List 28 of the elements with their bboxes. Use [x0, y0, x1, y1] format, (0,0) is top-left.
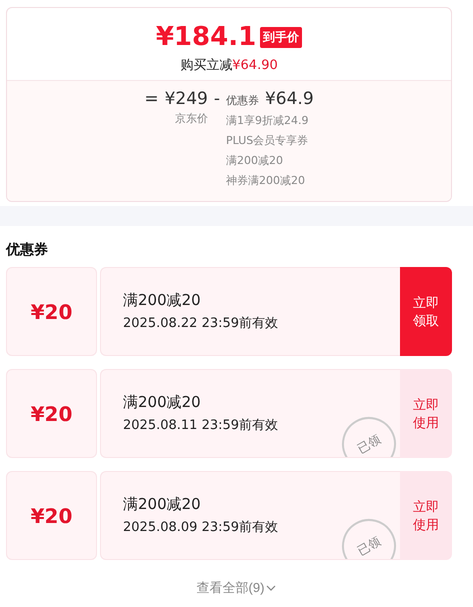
coupon-action-button[interactable]: 立即使用: [400, 471, 452, 560]
coupon-action-button[interactable]: 立即使用: [400, 369, 452, 458]
final-price: ¥184.1: [156, 21, 256, 54]
saving-text: 购买立减¥64.90: [180, 57, 278, 74]
discount-amount: ¥64.9: [264, 89, 314, 109]
coupon-validity: 2025.08.22 23:59前有效: [123, 315, 280, 332]
original-price-label: 京东价: [174, 111, 208, 127]
minus-sign: -: [214, 89, 220, 111]
coupon-validity: 2025.08.09 23:59前有效: [123, 519, 280, 536]
discount-detail: 满200减20: [226, 153, 283, 169]
price-tag: 到手价: [260, 26, 302, 48]
coupon-condition: 满200减20: [123, 393, 202, 412]
discount-detail: PLUS会员专享券: [226, 133, 308, 149]
discount-detail: 满1享9折减24.9: [226, 113, 308, 129]
coupon-condition: 满200减20: [123, 495, 202, 514]
coupon-validity: 2025.08.11 23:59前有效: [123, 417, 280, 434]
coupon-action-button[interactable]: 立即领取: [400, 267, 452, 356]
discount-label: 优惠券: [226, 93, 259, 109]
coupon-amount: ¥20: [6, 267, 97, 356]
original-price: ¥249: [164, 89, 208, 109]
coupon-amount: ¥20: [6, 369, 97, 458]
coupon-condition: 满200减20: [123, 291, 202, 310]
view-all-link[interactable]: 查看全部(9): [190, 573, 282, 603]
coupon-amount: ¥20: [6, 471, 97, 560]
section-title: 优惠券: [4, 241, 49, 260]
equals-sign: =: [144, 89, 159, 109]
chevron-down-icon: [266, 585, 276, 591]
discount-detail: 神券满200减20: [226, 173, 305, 189]
